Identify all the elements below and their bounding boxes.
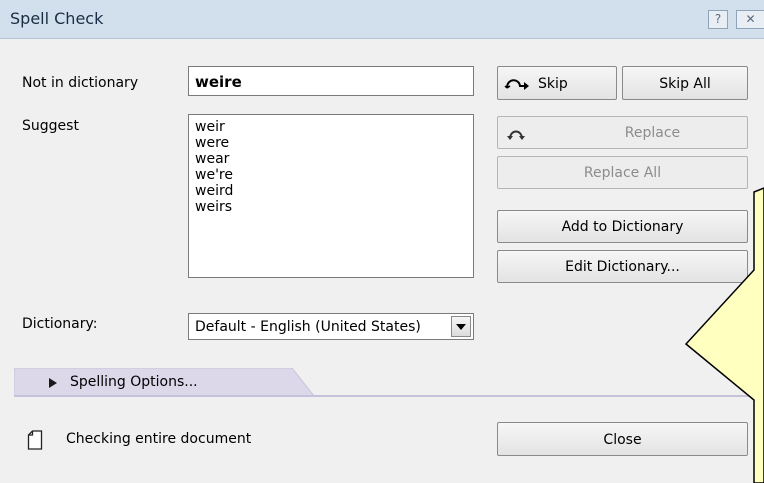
skip-all-button[interactable]: Skip All: [622, 66, 748, 100]
suggestion-item[interactable]: weir: [195, 119, 467, 135]
skip-label: Skip: [538, 76, 568, 92]
edit-dictionary-label: Edit Dictionary...: [565, 259, 680, 275]
add-to-dictionary-button[interactable]: Add to Dictionary: [497, 210, 748, 243]
misspelled-word: weire: [195, 73, 242, 91]
options-divider: [14, 395, 750, 397]
replace-button[interactable]: Replace: [497, 116, 748, 149]
status-text: Checking entire document: [66, 431, 252, 447]
suggestion-item[interactable]: wear: [195, 151, 467, 167]
window-title: Spell Check: [10, 9, 104, 28]
not-in-dictionary-label: Not in dictionary: [22, 75, 139, 91]
suggestions-list[interactable]: weir were wear we're weird weirs: [188, 114, 474, 278]
dictionary-selected-value: Default - English (United States): [195, 319, 421, 335]
document-icon: [27, 430, 43, 450]
suggestion-item[interactable]: were: [195, 135, 467, 151]
suggest-label: Suggest: [22, 118, 79, 134]
replace-all-button[interactable]: Replace All: [497, 156, 748, 189]
close-button[interactable]: Close: [497, 422, 748, 456]
suggestion-item[interactable]: weird: [195, 183, 467, 199]
close-label: Close: [603, 432, 642, 448]
spelling-options-label[interactable]: Spelling Options...: [70, 374, 198, 390]
triangle-right-icon[interactable]: [48, 377, 58, 389]
misspelled-word-field[interactable]: weire: [188, 66, 474, 96]
skip-arrow-icon: [504, 79, 529, 90]
chevron-down-icon[interactable]: [451, 316, 471, 337]
title-bar: Spell Check ? ✕: [0, 0, 764, 39]
dictionary-select[interactable]: Default - English (United States): [188, 313, 474, 340]
window-close-button[interactable]: ✕: [736, 10, 764, 29]
replace-label: Replace: [624, 125, 681, 141]
skip-all-label: Skip All: [659, 76, 711, 92]
dictionary-label: Dictionary:: [22, 316, 98, 332]
edit-dictionary-button[interactable]: Edit Dictionary...: [497, 250, 748, 283]
suggestion-item[interactable]: weirs: [195, 199, 467, 215]
help-button[interactable]: ?: [708, 10, 728, 29]
add-to-dictionary-label: Add to Dictionary: [561, 219, 684, 235]
replace-all-label: Replace All: [583, 165, 662, 181]
skip-button[interactable]: Skip: [497, 66, 617, 100]
suggestion-item[interactable]: we're: [195, 167, 467, 183]
replace-arrow-icon: [507, 130, 525, 140]
